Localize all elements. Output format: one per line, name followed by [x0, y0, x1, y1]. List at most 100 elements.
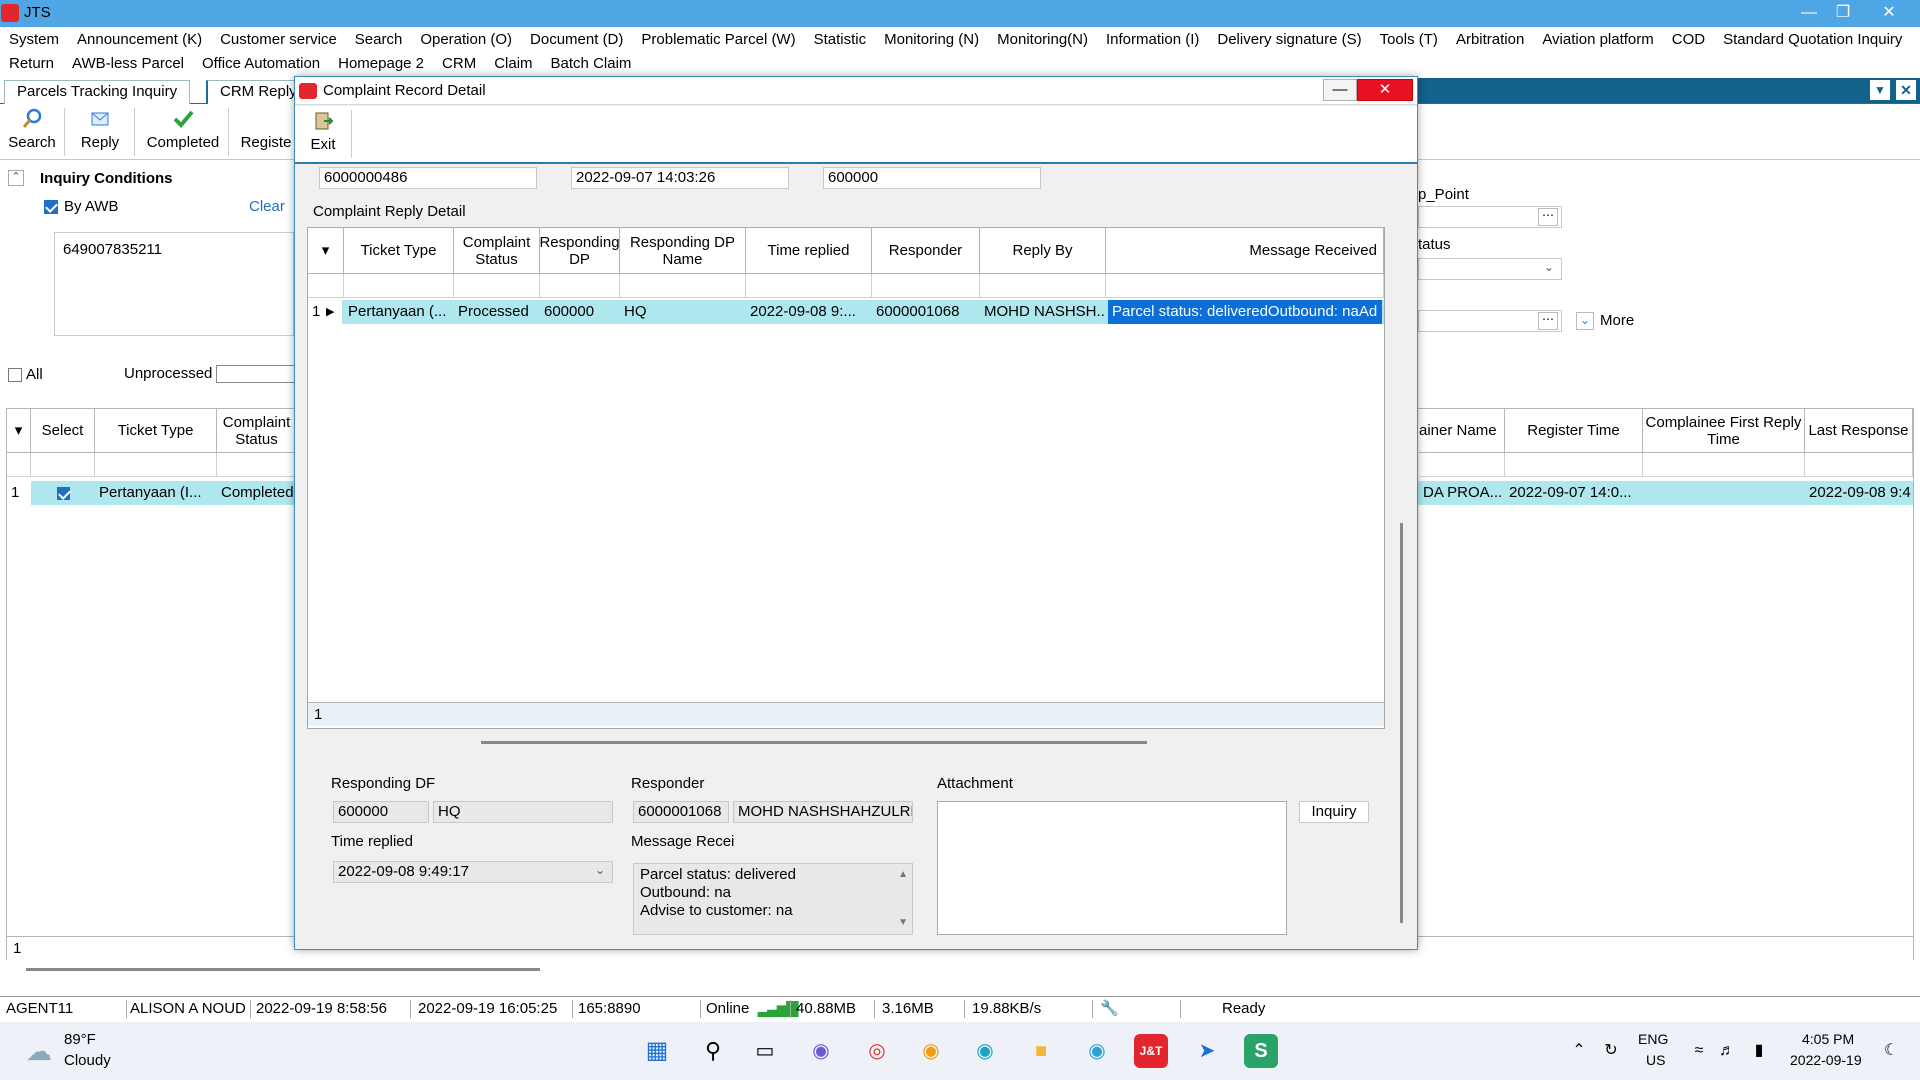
- clock-time[interactable]: 4:05 PM: [1802, 1031, 1854, 1047]
- menu-item[interactable]: Claim: [485, 52, 541, 76]
- col-ticket-type[interactable]: Ticket Type: [95, 409, 217, 453]
- chrome-icon[interactable]: ◎: [860, 1034, 894, 1068]
- menu-item[interactable]: Delivery signature (S): [1208, 28, 1370, 52]
- col-complaint-status[interactable]: Complaint Status: [217, 409, 297, 453]
- dialog-vertical-scrollbar[interactable]: [1400, 523, 1403, 923]
- awb-textarea[interactable]: 649007835211: [54, 232, 294, 336]
- sync-icon[interactable]: ↻: [1594, 1034, 1628, 1068]
- task-view-icon[interactable]: ▭: [748, 1034, 782, 1068]
- menu-item[interactable]: Standard Quotation Inquiry: [1714, 28, 1911, 52]
- tray-chevron-icon[interactable]: ⌃: [1562, 1034, 1596, 1068]
- search-taskbar-icon[interactable]: ⚲: [696, 1034, 730, 1068]
- complaint-id-field[interactable]: 6000000486: [319, 167, 537, 189]
- menu-item[interactable]: Batch Claim: [542, 52, 641, 76]
- menu-item[interactable]: Office Automation: [193, 52, 329, 76]
- cell-message[interactable]: Parcel status: deliveredOutbound: naAd: [1108, 300, 1382, 324]
- col-ticket-type[interactable]: Ticket Type: [344, 228, 454, 274]
- edge-icon[interactable]: ◉: [968, 1034, 1002, 1068]
- menu-item[interactable]: Monitoring(N): [988, 28, 1097, 52]
- notifications-icon[interactable]: ☾: [1874, 1034, 1908, 1068]
- jts-app-icon[interactable]: J&T: [1134, 1034, 1168, 1068]
- menu-item[interactable]: Information (I): [1097, 28, 1208, 52]
- reply-button[interactable]: Reply: [74, 106, 126, 158]
- col-complaint-status[interactable]: Complaint Status: [454, 228, 540, 274]
- menu-item[interactable]: System: [0, 28, 68, 52]
- unprocessed-toggle[interactable]: [216, 365, 296, 383]
- col-responding-dp[interactable]: Responding DP: [539, 228, 620, 274]
- start-icon[interactable]: ▦: [640, 1034, 674, 1068]
- col-complainer-name[interactable]: ainer Name: [1419, 409, 1505, 453]
- menu-item[interactable]: Customer service: [211, 28, 346, 52]
- menu-item[interactable]: Search: [346, 28, 412, 52]
- col-responder[interactable]: Responder: [872, 228, 980, 274]
- menu-item[interactable]: Aviation platform: [1533, 28, 1662, 52]
- scroll-down-icon[interactable]: ▼: [898, 914, 908, 932]
- menu-item[interactable]: Monitoring (N): [875, 28, 988, 52]
- col-responding-dp-name[interactable]: Responding DP Name: [620, 228, 746, 274]
- weather-icon[interactable]: ☁: [22, 1034, 56, 1068]
- battery-icon[interactable]: ▮: [1742, 1034, 1776, 1068]
- restore-icon[interactable]: ❐: [1820, 0, 1866, 27]
- col-message-received[interactable]: Message Received: [1106, 228, 1384, 274]
- menu-item[interactable]: Statistic: [805, 28, 876, 52]
- tab-close-icon[interactable]: ✕: [1896, 80, 1916, 100]
- menu-item[interactable]: Announcement (K): [68, 28, 211, 52]
- grid-menu-icon[interactable]: ▾: [308, 228, 344, 274]
- col-first-reply-time[interactable]: Complainee First Reply Time: [1643, 409, 1805, 453]
- ellipsis-icon[interactable]: ⋯: [1538, 312, 1558, 330]
- exit-button[interactable]: Exit: [301, 108, 345, 160]
- dialog-horizontal-scrollbar[interactable]: [481, 741, 1147, 744]
- browser-icon[interactable]: ◉: [914, 1034, 948, 1068]
- col-select[interactable]: Select: [31, 409, 95, 453]
- table-row[interactable]: 1 ▶ Pertanyaan (... Processed 600000 HQ …: [308, 300, 1384, 324]
- search-button[interactable]: Search: [6, 106, 58, 158]
- horizontal-scrollbar[interactable]: [26, 968, 540, 971]
- chevron-down-icon[interactable]: ⌄: [595, 863, 605, 877]
- more-chevron-icon[interactable]: ⌄: [1576, 312, 1594, 330]
- col-register-time[interactable]: Register Time: [1505, 409, 1643, 453]
- tab-dropdown-icon[interactable]: ▼: [1870, 80, 1890, 100]
- menu-item[interactable]: Return: [0, 52, 63, 76]
- complaint-time-field[interactable]: 2022-09-07 14:03:26: [571, 167, 789, 189]
- complaint-dp-field[interactable]: 600000: [823, 167, 1041, 189]
- ellipsis-icon[interactable]: ⋯: [1538, 208, 1558, 226]
- time-replied-select[interactable]: 2022-09-08 9:49:17: [333, 861, 613, 883]
- menu-item[interactable]: Problematic Parcel (W): [632, 28, 804, 52]
- menu-item[interactable]: AWB-less Parcel: [63, 52, 193, 76]
- inquiry-button[interactable]: Inquiry: [1299, 801, 1369, 823]
- menu-item[interactable]: CRM: [433, 52, 485, 76]
- tab-parcels-tracking[interactable]: Parcels Tracking Inquiry: [4, 80, 191, 104]
- completed-button[interactable]: Completed: [142, 106, 224, 158]
- status-select[interactable]: [1418, 258, 1562, 280]
- menu-item[interactable]: COD: [1663, 28, 1714, 52]
- attachment-box[interactable]: [937, 801, 1287, 935]
- chat-app-icon[interactable]: ◉: [1080, 1034, 1114, 1068]
- menu-item[interactable]: Document (D): [521, 28, 632, 52]
- row-select-checkbox[interactable]: [53, 481, 73, 505]
- col-time-replied[interactable]: Time replied: [746, 228, 872, 274]
- register-button[interactable]: Registe: [236, 106, 296, 158]
- chevron-down-icon[interactable]: ⌄: [1544, 260, 1554, 274]
- file-explorer-icon[interactable]: ■: [1024, 1034, 1058, 1068]
- close-icon[interactable]: ✕: [1866, 0, 1912, 27]
- dialog-close-icon[interactable]: ✕: [1357, 79, 1413, 101]
- scroll-up-icon[interactable]: ▲: [898, 866, 908, 884]
- col-reply-by[interactable]: Reply By: [980, 228, 1106, 274]
- more-link[interactable]: More: [1600, 312, 1634, 329]
- teams-icon[interactable]: ◉: [804, 1034, 838, 1068]
- language-code[interactable]: ENG: [1638, 1031, 1668, 1047]
- volume-icon[interactable]: ♬: [1710, 1034, 1744, 1068]
- menu-item[interactable]: Homepage 2: [329, 52, 433, 76]
- clear-link[interactable]: Clear: [249, 198, 285, 215]
- sheets-icon[interactable]: S: [1244, 1034, 1278, 1068]
- collapse-icon[interactable]: ⌃: [8, 170, 24, 186]
- col-last-response[interactable]: Last Response: [1805, 409, 1913, 453]
- by-awb-checkbox[interactable]: [44, 200, 58, 214]
- messenger-icon[interactable]: ➤: [1190, 1034, 1224, 1068]
- message-textarea[interactable]: Parcel status: delivered Outbound: na Ad…: [633, 863, 913, 935]
- grid-menu-icon[interactable]: ▾: [7, 409, 31, 453]
- menu-item[interactable]: Operation (O): [411, 28, 521, 52]
- dialog-minimize-icon[interactable]: —: [1323, 79, 1357, 101]
- menu-item[interactable]: Tools (T): [1371, 28, 1447, 52]
- all-checkbox[interactable]: [8, 368, 22, 382]
